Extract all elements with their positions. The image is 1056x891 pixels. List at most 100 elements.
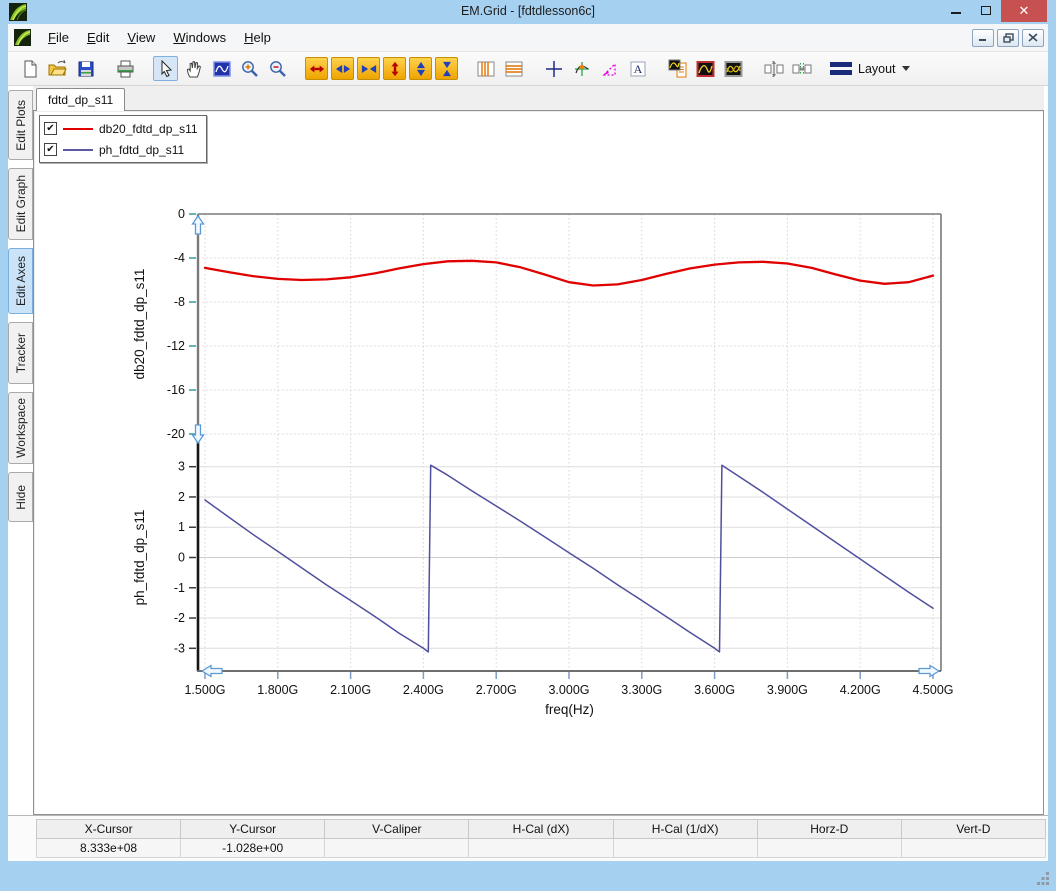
svg-text:3.900G: 3.900G [767, 683, 808, 697]
side-tab-edit-graph[interactable]: Edit Graph [8, 168, 33, 240]
mdi-window-buttons [972, 29, 1044, 47]
status-value-6 [901, 839, 1045, 858]
vertical-gridlines-button[interactable] [473, 56, 498, 81]
copy-plot-to-report-icon [668, 59, 687, 78]
side-tab-edit-plots[interactable]: Edit Plots [8, 90, 33, 160]
plot-style-dark-button[interactable] [693, 56, 718, 81]
mdi-minimize-icon [978, 33, 988, 42]
maximize-button[interactable] [971, 0, 1001, 20]
legend-checkbox[interactable]: ✔ [44, 143, 57, 156]
zoom-out-button[interactable] [265, 56, 290, 81]
side-tab-hide[interactable]: Hide [8, 472, 33, 522]
svg-text:1.500G: 1.500G [184, 683, 225, 697]
tracker-cursor-button[interactable] [569, 56, 594, 81]
x-compress-button[interactable] [357, 57, 380, 80]
y-expand-icon [413, 61, 429, 77]
menu-file[interactable]: File [39, 26, 78, 49]
svg-text:1: 1 [178, 520, 185, 534]
open-file-button[interactable] [45, 56, 70, 81]
menu-bar: FileEditViewWindowsHelp [8, 24, 1048, 52]
status-value-5 [757, 839, 901, 858]
y-expand-button[interactable] [409, 57, 432, 80]
status-bar: X-CursorY-CursorV-CaliperH-Cal (dX)H-Cal… [8, 815, 1048, 861]
menu-help[interactable]: Help [235, 26, 280, 49]
status-value-2 [325, 839, 469, 858]
print-button[interactable] [113, 56, 138, 81]
y-autoscale-button[interactable] [383, 57, 406, 80]
layout-icon [830, 62, 852, 75]
layout-dropdown-button[interactable]: Layout [823, 56, 917, 82]
plot-style-multi-button[interactable] [721, 56, 746, 81]
zoom-in-button[interactable] [237, 56, 262, 81]
zoom-window-button[interactable] [209, 56, 234, 81]
plot-style-dark-icon [696, 60, 715, 78]
legend-checkbox[interactable]: ✔ [44, 122, 57, 135]
side-tab-label: Workspace [14, 398, 28, 458]
horizontal-gridlines-button[interactable] [501, 56, 526, 81]
y-compress-button[interactable] [435, 57, 458, 80]
svg-text:0: 0 [178, 551, 185, 565]
new-document-icon [21, 60, 39, 78]
mdi-restore-button[interactable] [997, 29, 1019, 47]
horizontal-spacing-button[interactable] [789, 56, 814, 81]
tab-fdtd-dp-s11[interactable]: fdtd_dp_s11 [36, 88, 125, 111]
horizontal-spacing-icon [792, 60, 812, 78]
slope-caliper-icon [601, 60, 619, 78]
status-col-x-cursor: X-Cursor [37, 820, 181, 839]
add-text-button[interactable]: A [625, 56, 650, 81]
menu-edit[interactable]: Edit [78, 26, 118, 49]
menu-windows[interactable]: Windows [164, 26, 235, 49]
legend-box[interactable]: ✔ db20_fdtd_dp_s11 ✔ ph_fdtd_dp_s11 [39, 115, 207, 163]
document-tab-bar: fdtd_dp_s11 [33, 86, 1044, 110]
save-button[interactable] [73, 56, 98, 81]
y-autoscale-icon [387, 61, 403, 77]
copy-plot-to-report-button[interactable] [665, 56, 690, 81]
side-tab-edit-axes[interactable]: Edit Axes [8, 248, 33, 314]
chart-panel: ✔db20_fdtd_dp_s11✔ph_fdtd_dp_s11 0-4-8-1… [33, 110, 1044, 815]
resize-grip[interactable] [1037, 872, 1050, 885]
legend-label: ph_fdtd_dp_s11 [99, 143, 184, 157]
crosshair-cursor-button[interactable] [541, 56, 566, 81]
status-col-h-cal-dx-: H-Cal (dX) [469, 820, 613, 839]
menu-view[interactable]: View [118, 26, 164, 49]
svg-text:A: A [633, 62, 642, 76]
svg-text:-20: -20 [167, 427, 185, 441]
chart[interactable]: 0-4-8-12-16-203210-1-2-31.500G1.800G2.10… [34, 111, 1043, 814]
mdi-minimize-button[interactable] [972, 29, 994, 47]
minimize-button[interactable] [941, 0, 971, 20]
close-button[interactable]: ✕ [1001, 0, 1047, 22]
svg-text:2.400G: 2.400G [403, 683, 444, 697]
svg-text:3.600G: 3.600G [694, 683, 735, 697]
horizontal-gridlines-icon [505, 60, 523, 78]
vertical-spacing-button[interactable] [761, 56, 786, 81]
svg-text:4.200G: 4.200G [840, 683, 881, 697]
side-tab-tracker[interactable]: Tracker [8, 322, 33, 384]
slope-caliper-button[interactable] [597, 56, 622, 81]
add-text-icon: A [629, 60, 647, 78]
open-file-icon [48, 60, 67, 78]
window-frame-left [0, 24, 8, 861]
legend-label: db20_fdtd_dp_s11 [99, 122, 198, 136]
x-expand-button[interactable] [331, 57, 354, 80]
legend-line-sample [63, 128, 93, 130]
title-bar[interactable]: EM.Grid - [fdtdlesson6c] ✕ [0, 0, 1056, 24]
mdi-close-button[interactable] [1022, 29, 1044, 47]
svg-text:2.700G: 2.700G [476, 683, 517, 697]
status-value-3 [469, 839, 613, 858]
svg-text:1.800G: 1.800G [257, 683, 298, 697]
new-document-button[interactable] [17, 56, 42, 81]
x-autoscale-button[interactable] [305, 57, 328, 80]
legend-entry-db20_fdtd_dp_s11: ✔ db20_fdtd_dp_s11 [44, 119, 198, 138]
status-value-0: 8.333e+08 [37, 839, 181, 858]
side-tab-strip: Edit Plots Edit Graph Edit Axes Tracker Work… [8, 90, 33, 522]
select-pointer-button[interactable] [153, 56, 178, 81]
x-expand-icon [335, 61, 351, 77]
side-tab-workspace[interactable]: Workspace [8, 392, 33, 464]
status-col-vert-d: Vert-D [901, 820, 1045, 839]
pan-hand-button[interactable] [181, 56, 206, 81]
close-icon: ✕ [1019, 3, 1030, 19]
plot-document: fdtd_dp_s11 ✔ db20_fdtd_dp_s11 ✔ ph_fdtd_dp… [33, 86, 1044, 815]
mdi-restore-icon [1003, 33, 1014, 43]
svg-text:-12: -12 [167, 339, 185, 353]
svg-text:3.000G: 3.000G [548, 683, 589, 697]
